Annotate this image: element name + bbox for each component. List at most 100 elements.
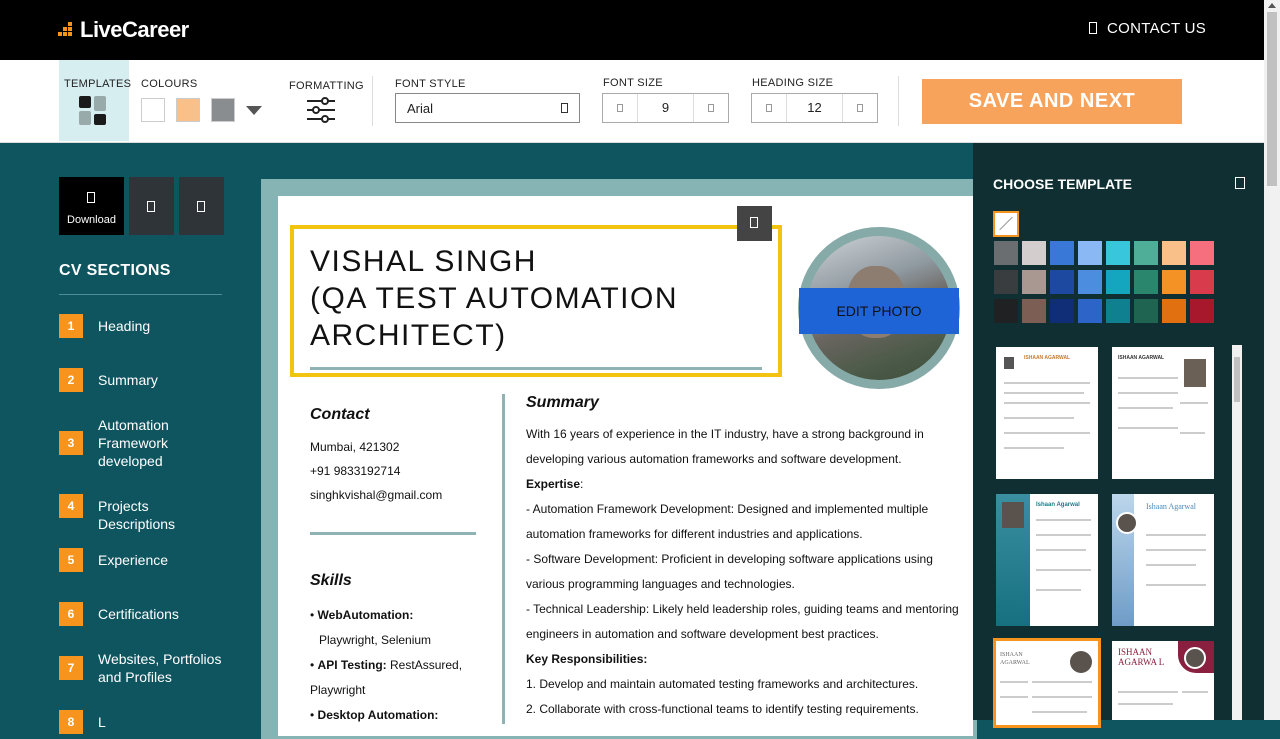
section-number: 1: [59, 314, 83, 338]
section-number: 8: [59, 710, 83, 734]
template-colour-swatch[interactable]: [1105, 298, 1131, 324]
scroll-up-arrow-icon[interactable]: [1268, 3, 1276, 8]
heading-size-increase-button[interactable]: [842, 94, 877, 122]
toolbar-divider: [372, 76, 373, 126]
cv-section-certifications[interactable]: 6 Certifications: [59, 602, 179, 626]
expertise-label: Expertise: [526, 477, 581, 491]
thumbnail-name: ISHAAN AGARWAL: [1000, 652, 1030, 666]
template-colour-swatch[interactable]: [1049, 240, 1075, 266]
expertise-item: - Automation Framework Development: Desi…: [526, 502, 929, 541]
email-button[interactable]: [179, 177, 224, 235]
section-number: 7: [59, 656, 83, 680]
template-thumbnail[interactable]: ISHAAN AGARWAL: [996, 347, 1098, 479]
template-colour-swatch[interactable]: [1161, 269, 1187, 295]
section-label: Certifications: [98, 606, 179, 622]
livecareer-logo[interactable]: LiveCareer: [58, 17, 189, 43]
colour-swatch-grey[interactable]: [211, 98, 235, 122]
templates-icon: [79, 96, 106, 125]
template-colour-swatch[interactable]: [1077, 298, 1103, 324]
formatting-sliders-icon[interactable]: [307, 97, 337, 123]
template-thumbnail[interactable]: ISHAAN AGARWA L: [1112, 641, 1214, 720]
no-colour-swatch[interactable]: [993, 211, 1019, 237]
skill-item: • WebAutomation: Playwright, Selenium: [310, 603, 480, 653]
heading-section[interactable]: VISHAL SINGH (QA TEST AUTOMATION ARCHITE…: [290, 225, 782, 377]
print-icon: [147, 201, 155, 212]
contact-email: singhkvishal@gmail.com: [310, 488, 443, 502]
download-button[interactable]: Download: [59, 177, 124, 235]
font-size-increase-button[interactable]: [693, 94, 728, 122]
template-colour-swatch[interactable]: [1133, 240, 1159, 266]
template-colour-swatch[interactable]: [1133, 298, 1159, 324]
template-colour-swatch[interactable]: [1049, 298, 1075, 324]
template-colour-swatch[interactable]: [993, 269, 1019, 295]
logo-text: LiveCareer: [80, 17, 189, 42]
template-colour-swatch[interactable]: [1189, 240, 1215, 266]
contact-heading: Contact: [310, 406, 370, 423]
cv-section-projects[interactable]: 4 Projects Descriptions: [59, 494, 175, 532]
template-colour-swatch[interactable]: [1189, 269, 1215, 295]
template-thumbnail[interactable]: ISHAAN AGARWAL: [1112, 347, 1214, 479]
template-colour-swatch[interactable]: [1077, 269, 1103, 295]
cv-section-heading[interactable]: 1 Heading: [59, 314, 150, 338]
print-button[interactable]: [129, 177, 174, 235]
templates-button[interactable]: TEMPLATES: [59, 60, 132, 141]
cv-section-experience[interactable]: 5 Experience: [59, 548, 168, 572]
section-label: Websites, Portfolios and Profiles: [98, 651, 222, 685]
font-size-value[interactable]: 9: [638, 94, 693, 122]
skill-name: API Testing:: [317, 658, 387, 672]
font-style-select[interactable]: Arial: [395, 93, 580, 123]
cv-section-summary[interactable]: 2 Summary: [59, 368, 158, 392]
font-size-label: FONT SIZE: [603, 77, 663, 89]
minus-icon: [766, 104, 772, 112]
section-label: Experience: [98, 552, 169, 568]
template-colour-swatch[interactable]: [1077, 240, 1103, 266]
colour-dropdown-icon[interactable]: [246, 106, 262, 115]
template-colour-swatch[interactable]: [993, 240, 1019, 266]
template-colour-swatch[interactable]: [1133, 269, 1159, 295]
skill-detail: Playwright, Selenium: [319, 633, 432, 647]
template-colour-swatch[interactable]: [1021, 269, 1047, 295]
heading-size-decrease-button[interactable]: [752, 94, 787, 122]
template-thumbnail[interactable]: Ishaan Agarwal: [996, 494, 1098, 626]
template-colour-swatch[interactable]: [993, 298, 1019, 324]
template-thumbnail[interactable]: Ishaan Agarwal: [1112, 494, 1214, 626]
cv-section-websites[interactable]: 7 Websites, Portfolios and Profiles: [59, 651, 221, 685]
page-scrollbar-thumb[interactable]: [1267, 12, 1277, 186]
contact-us-link[interactable]: CONTACT US: [1089, 20, 1206, 37]
template-colour-swatch[interactable]: [1021, 240, 1047, 266]
templates-label: TEMPLATES: [64, 78, 132, 90]
close-icon[interactable]: [1235, 177, 1245, 189]
template-colour-swatch[interactable]: [1105, 269, 1131, 295]
cv-section-languages[interactable]: 8L: [59, 710, 106, 734]
template-colour-swatch[interactable]: [1105, 240, 1131, 266]
template-colour-swatch[interactable]: [1161, 298, 1187, 324]
colour-swatch-white[interactable]: [141, 98, 165, 122]
candidate-name: VISHAL SINGH (QA TEST AUTOMATION ARCHITE…: [310, 245, 679, 352]
template-colour-swatch[interactable]: [1161, 240, 1187, 266]
edit-photo-button[interactable]: EDIT PHOTO: [799, 288, 959, 334]
section-number: 3: [59, 431, 83, 455]
template-colour-swatch[interactable]: [1049, 269, 1075, 295]
download-icon: [87, 192, 95, 203]
page-scrollbar[interactable]: [1264, 0, 1280, 720]
font-size-decrease-button[interactable]: [603, 94, 638, 122]
section-label: Projects Descriptions: [98, 498, 176, 532]
heading-rule: [310, 367, 762, 370]
top-nav-bar: LiveCareer CONTACT US: [0, 0, 1264, 60]
template-list-scrollbar[interactable]: [1232, 345, 1242, 720]
colour-swatch-peach[interactable]: [176, 98, 200, 122]
summary-heading: Summary: [526, 394, 599, 411]
template-thumbnail-selected[interactable]: ISHAAN AGARWAL: [993, 638, 1101, 728]
minus-icon: [617, 104, 623, 112]
template-colour-swatch[interactable]: [1021, 298, 1047, 324]
expertise-item: - Technical Leadership: Likely held lead…: [526, 602, 959, 641]
heading-size-value[interactable]: 12: [787, 94, 842, 122]
summary-section[interactable]: Summary With 16 years of experience in t…: [526, 394, 966, 722]
save-and-next-button[interactable]: SAVE AND NEXT: [922, 79, 1182, 124]
section-label: Summary: [98, 372, 158, 388]
template-colour-swatch[interactable]: [1189, 298, 1215, 324]
cv-sections-title: CV SECTIONS: [59, 262, 171, 279]
cv-section-automation-framework[interactable]: 3 Automation Framework developed: [59, 417, 169, 469]
edit-section-button[interactable]: [737, 206, 772, 241]
skill-item: • Desktop Automation:: [310, 708, 439, 722]
